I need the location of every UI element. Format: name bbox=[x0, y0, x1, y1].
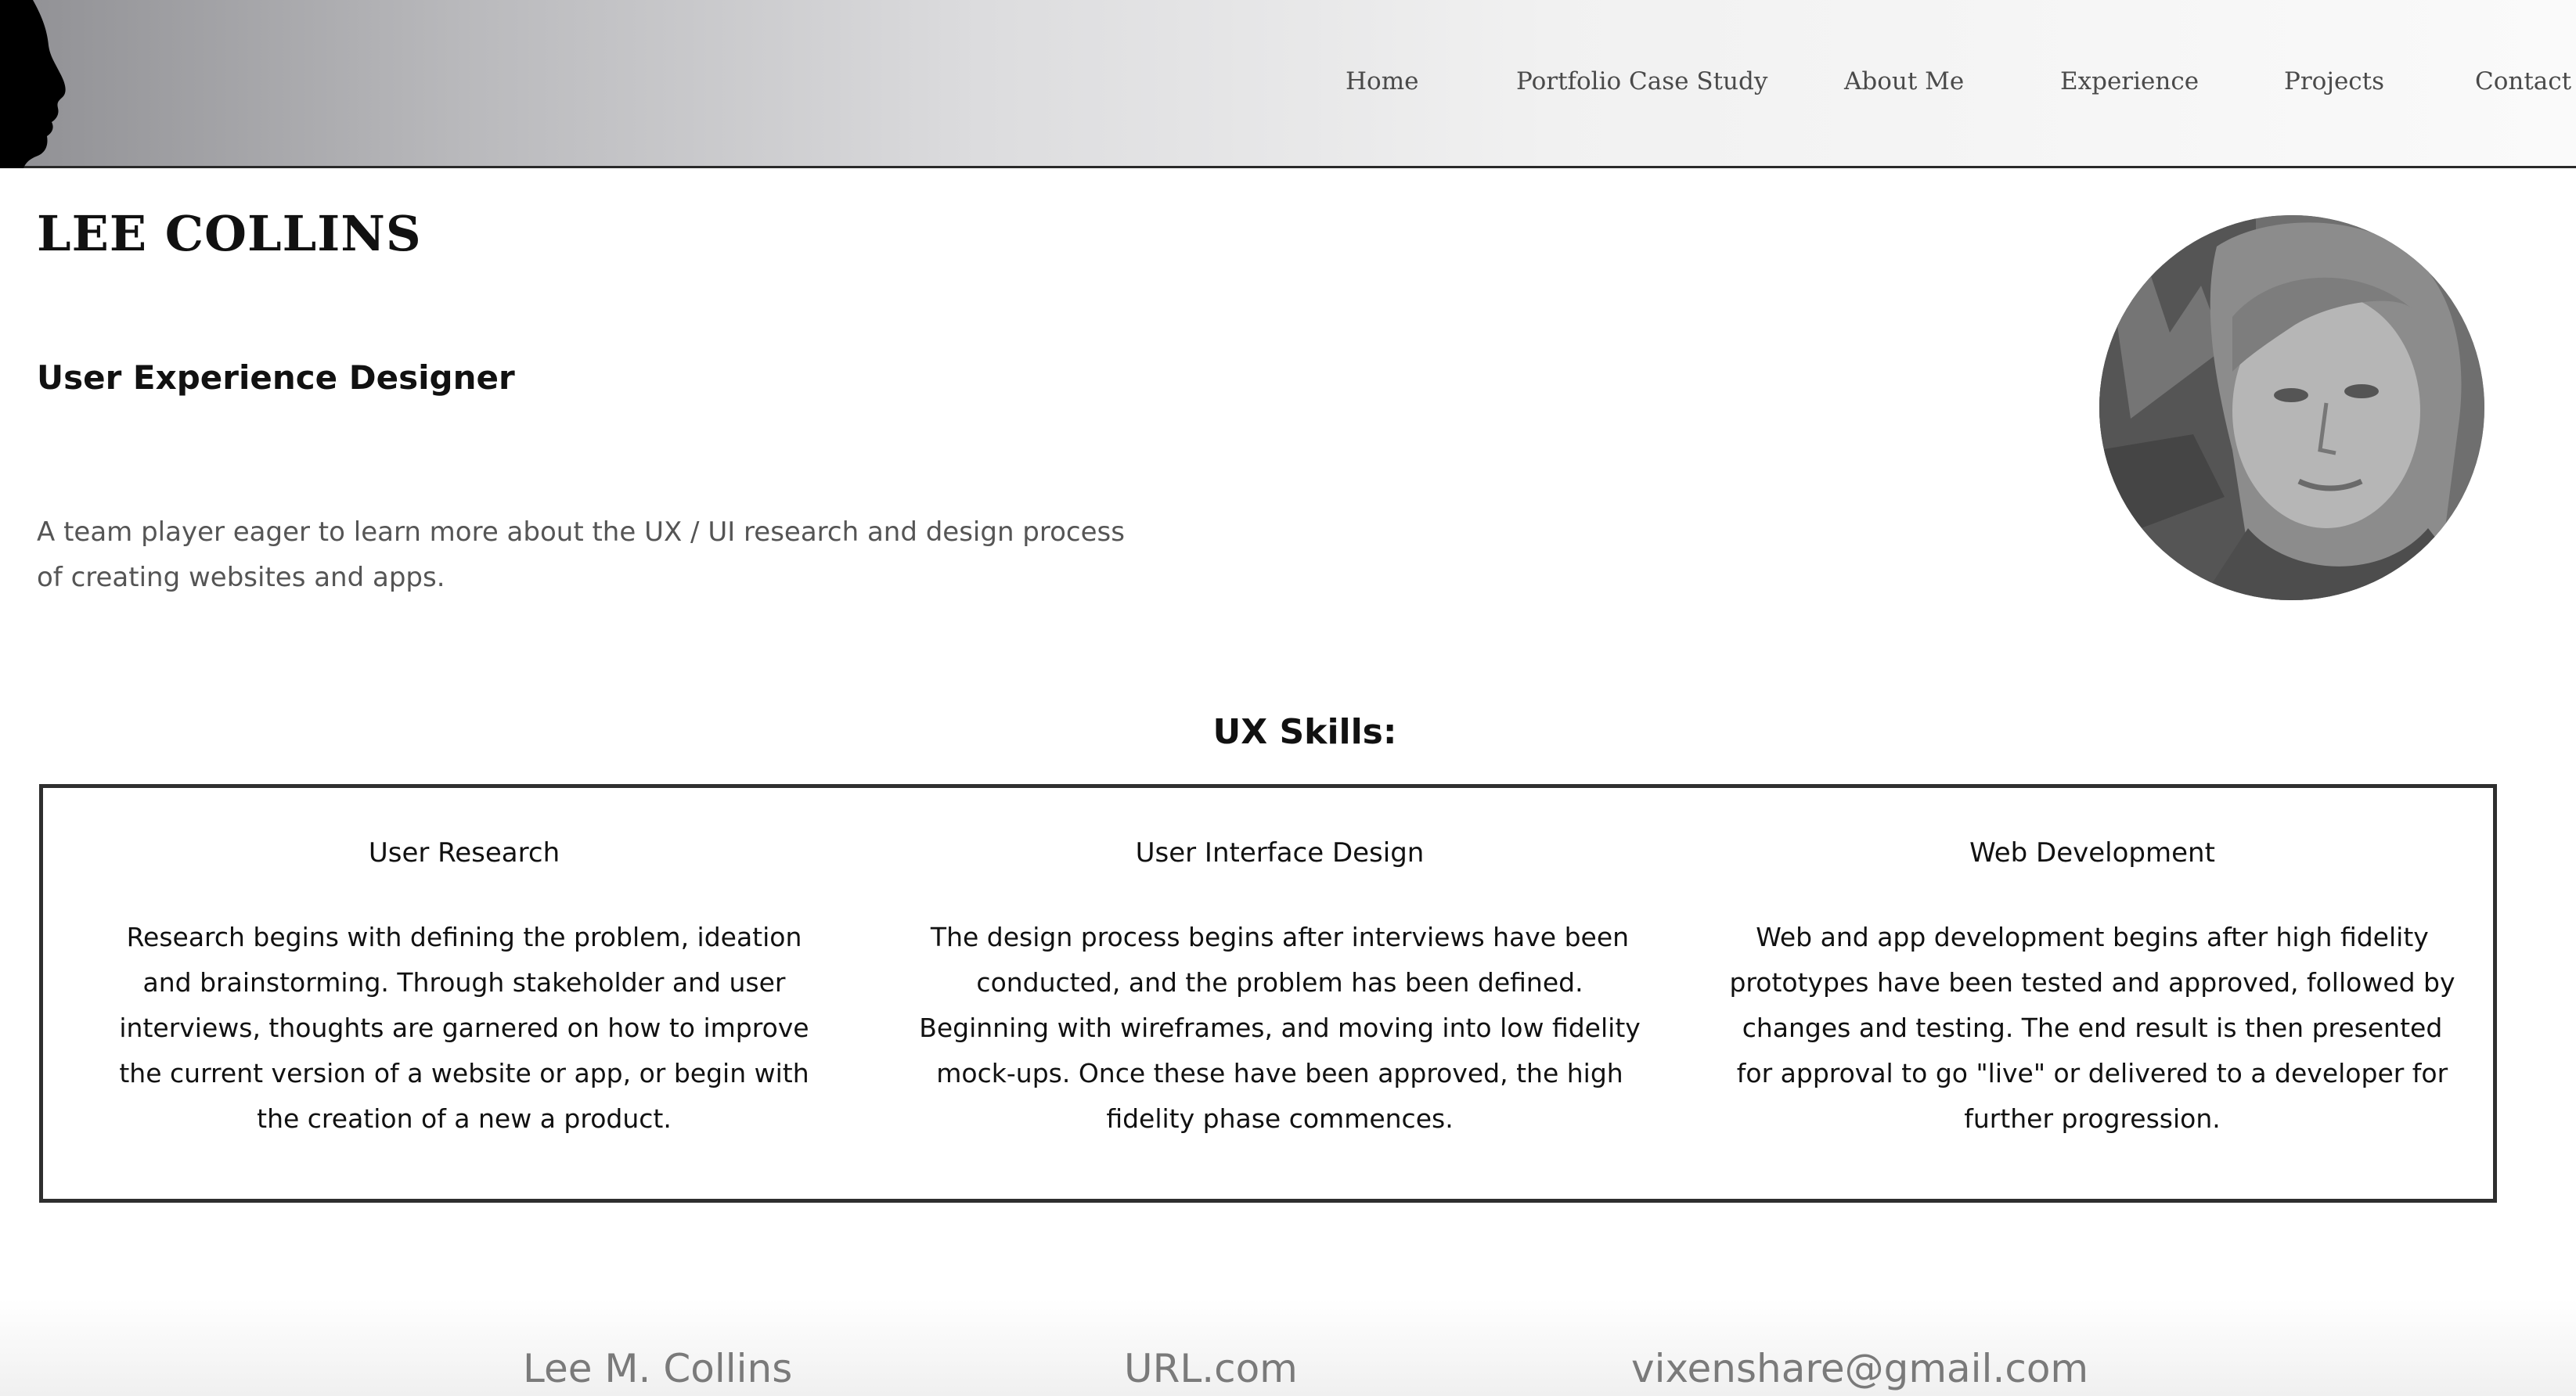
skill-description: The design process begins after intervie… bbox=[919, 922, 1641, 1134]
skill-user-interface-design: User Interface Design The design process… bbox=[916, 837, 1644, 1142]
profile-name: LEE COLLINS bbox=[37, 205, 422, 262]
nav-portfolio-case-study[interactable]: Portfolio Case Study bbox=[1516, 67, 1767, 95]
skills-panel: User Research Research begins with defin… bbox=[39, 784, 2497, 1203]
nav-experience[interactable]: Experience bbox=[2060, 67, 2199, 95]
skill-description: Web and app development begins after hig… bbox=[1729, 922, 2455, 1134]
skill-user-research: User Research Research begins with defin… bbox=[100, 837, 828, 1142]
skill-heading: User Research bbox=[368, 837, 560, 869]
site-header: Home Portfolio Case Study About Me Exper… bbox=[0, 0, 2576, 168]
skill-heading: Web Development bbox=[1969, 837, 2215, 869]
skill-heading: User Interface Design bbox=[1135, 837, 1425, 869]
skill-web-development: Web Development Web and app development … bbox=[1724, 837, 2460, 1142]
nav-home[interactable]: Home bbox=[1346, 67, 1418, 95]
profile-intro: A team player eager to learn more about … bbox=[37, 516, 1125, 593]
skills-title: UX Skills: bbox=[1212, 712, 1397, 752]
nav-projects[interactable]: Projects bbox=[2284, 67, 2384, 95]
footer-url-link[interactable]: URL.com bbox=[1124, 1346, 1298, 1391]
profile-photo bbox=[2099, 215, 2484, 600]
portrait-image bbox=[2099, 215, 2484, 600]
profile-role: User Experience Designer bbox=[37, 358, 515, 397]
skill-description: Research begins with defining the proble… bbox=[119, 922, 809, 1134]
footer-name: Lee M. Collins bbox=[523, 1346, 793, 1391]
site-footer: Lee M. Collins URL.com vixenshare@gmail.… bbox=[0, 1299, 2576, 1396]
nav-contact[interactable]: Contact bbox=[2475, 67, 2571, 95]
footer-email-link[interactable]: vixenshare@gmail.com bbox=[1631, 1346, 2088, 1391]
nav-about-me[interactable]: About Me bbox=[1844, 67, 1964, 95]
main-nav: Home Portfolio Case Study About Me Exper… bbox=[0, 67, 2576, 106]
